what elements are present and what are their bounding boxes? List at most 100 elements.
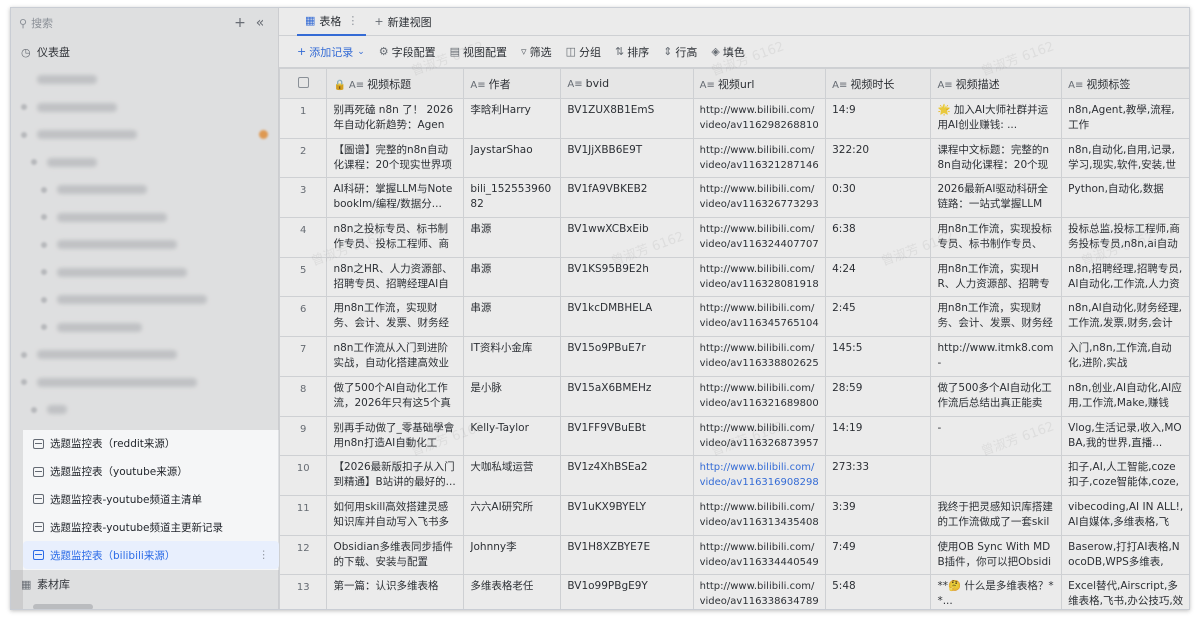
table-row[interactable]: 9 别再手动做了_零基础學會用n8n打造AI自動化工作... Kelly-Taylo…	[278, 415, 1189, 457]
cell-description[interactable]	[930, 455, 1063, 496]
cell-url[interactable]: http://www.bilibili.com/video/av11632440…	[692, 217, 827, 258]
cell-author[interactable]: 大咖私域运营	[463, 455, 562, 496]
cell-bvid[interactable]: BV1z4XhBSEa2	[560, 455, 694, 496]
cell-duration[interactable]: 4:24	[825, 256, 932, 298]
sort-button[interactable]: ⇅ 排序	[615, 44, 649, 60]
cell-url[interactable]: http://www.bilibili.com/video/av11632168…	[692, 375, 827, 417]
cell-duration[interactable]: 0:30	[825, 177, 932, 219]
add-record-button[interactable]: + 添加记录 ⌄	[297, 44, 365, 60]
row-number[interactable]: 3	[278, 177, 328, 219]
cell-author[interactable]: Johnny李	[463, 534, 562, 576]
table-row[interactable]: 5 n8n之HR、人力资源部、招聘专员、招聘经理AI自动... 串源 BV1KS95B…	[278, 256, 1189, 298]
cell-bvid[interactable]: BV1uKX9BYELY	[560, 494, 694, 536]
cell-description[interactable]: 做了500多个AI自动化工作流后总结出真正能卖出...	[930, 375, 1063, 417]
row-number[interactable]: 7	[278, 336, 328, 377]
cell-url[interactable]: http://www.bilibili.com/video/av11632128…	[692, 137, 827, 179]
more-options-icon[interactable]: ⋮	[259, 549, 270, 561]
cell-bvid[interactable]: BV1FF9VBuEBt	[560, 415, 694, 457]
cell-title[interactable]: n8n之投标专员、标书制作专员、投标工程师、商务...	[326, 217, 465, 258]
cell-bvid[interactable]: BV15o9PBuE7r	[560, 336, 694, 377]
cell-duration[interactable]: 273:33	[825, 455, 932, 496]
cell-duration[interactable]: 7:49	[825, 534, 932, 576]
cell-description[interactable]: http://www.itmk8.com -	[930, 336, 1063, 377]
cell-title[interactable]: n8n工作流从入门到进阶实战，自动化搭建高效业务...	[326, 336, 465, 377]
select-all-checkbox[interactable]	[297, 76, 309, 88]
cell-author[interactable]: 多维表格老任	[463, 574, 562, 609]
cell-bvid[interactable]: BV15aX6BMEHz	[560, 375, 694, 417]
cell-description[interactable]: 🌟 加入AI大师社群并运用AI创业赚钱: ...	[930, 98, 1063, 139]
cell-tags[interactable]: Vlog,生活记录,收入,MOBA,我的世界,直播...	[1061, 415, 1189, 457]
cell-title[interactable]: 【圖谱】完整的n8n自动化课程：20个现实世界项目...	[326, 137, 465, 179]
table-row[interactable]: 4 n8n之投标专员、标书制作专员、投标工程师、商务... 串源 BV1wwXCBxE…	[278, 217, 1189, 258]
cell-description[interactable]: -	[930, 415, 1063, 457]
table-row[interactable]: 3 AI科研：掌握LLM与Notebooklm/编程/数据分... bili_152…	[278, 177, 1189, 219]
cell-description[interactable]: 用n8n工作流，实现投标专员、标书制作专员、投...	[930, 217, 1063, 258]
cell-url[interactable]: http://www.bilibili.com/video/av11633444…	[692, 534, 827, 576]
cell-tags[interactable]: n8n,自动化,自用,记录,学习,现实,软件,安装,世界,...	[1061, 137, 1189, 179]
table-row[interactable]: 6 用n8n工作流，实现财务、会计、发票、财务经理AI... 串源 BV1kcDMBH…	[278, 296, 1189, 338]
column-header-duration[interactable]: A≡ 视频时长	[825, 68, 932, 99]
column-header-author[interactable]: A≡ 作者	[463, 68, 562, 99]
cell-tags[interactable]: 投标总监,投标工程师,商务投标专员,n8n,ai自动化,...	[1061, 217, 1189, 258]
row-number[interactable]: 6	[278, 296, 328, 338]
row-number[interactable]: 1	[278, 98, 328, 139]
cell-author[interactable]: 串源	[463, 217, 562, 258]
sidebar-item-reddit-monitor[interactable]: 选题监控表（reddit来源）	[23, 430, 279, 458]
table-row[interactable]: 12 Obsidian多维表同步插件的下载、安装与配置 Johnny李 BV1H8XZ…	[278, 534, 1189, 576]
cell-bvid[interactable]: BV1kcDMBHELA	[560, 296, 694, 338]
row-number[interactable]: 13	[278, 574, 328, 609]
tab-new-view[interactable]: + 新建视图	[366, 8, 439, 36]
cell-bvid[interactable]: BV1fA9VBKEB2	[560, 177, 694, 219]
cell-tags[interactable]: n8n,Agent,教學,流程,工作	[1061, 98, 1189, 139]
cell-duration[interactable]: 5:48	[825, 574, 932, 609]
cell-tags[interactable]: Excel替代,Airscript,多维表格,飞书,办公技巧,效率...	[1061, 574, 1189, 609]
cell-tags[interactable]: n8n,创业,AI自动化,AI应用,工作流,Make,赚钱	[1061, 375, 1189, 417]
cell-author[interactable]: IT资料小金库	[463, 336, 562, 377]
cell-author[interactable]: 串源	[463, 256, 562, 298]
cell-title[interactable]: 用n8n工作流，实现财务、会计、发票、财务经理AI...	[326, 296, 465, 338]
column-header-tags[interactable]: A≡ 视频标签	[1061, 68, 1189, 99]
cell-author[interactable]: 是小脉	[463, 375, 562, 417]
cell-bvid[interactable]: BV1JjXBB6E9T	[560, 137, 694, 179]
cell-duration[interactable]: 3:39	[825, 494, 932, 536]
cell-title[interactable]: 【2026最新版扣子从入门到精通】B站讲的最好的...	[326, 455, 465, 496]
sidebar-item-youtube-channel-updates[interactable]: 选题监控表-youtube频道主更新记录	[23, 513, 279, 541]
cell-author[interactable]: 六六AI研究所	[463, 494, 562, 536]
cell-duration[interactable]: 14:19	[825, 415, 932, 457]
sidebar-item-bilibili-monitor[interactable]: 选题监控表（bilibili来源） ⋮	[23, 541, 279, 569]
table-row[interactable]: 10 【2026最新版扣子从入门到精通】B站讲的最好的... 大咖私域运营 BV1z4…	[278, 455, 1189, 496]
cell-description[interactable]: **🤔 什么是多维表格？**...	[930, 574, 1063, 609]
cell-description[interactable]: 课程中文标题：完整的n8n自动化课程：20个现实...	[930, 137, 1063, 179]
cell-bvid[interactable]: BV1wwXCBxEib	[560, 217, 694, 258]
column-header-description[interactable]: A≡ 视频描述	[930, 68, 1063, 99]
cell-title[interactable]: 别再手动做了_零基础學會用n8n打造AI自動化工作...	[326, 415, 465, 457]
group-button[interactable]: ◫ 分组	[566, 44, 601, 60]
row-number[interactable]: 10	[278, 455, 328, 496]
field-config-button[interactable]: ⚙ 字段配置	[379, 44, 436, 60]
cell-author[interactable]: JaystarShao	[463, 137, 562, 179]
row-number[interactable]: 8	[278, 375, 328, 417]
cell-title[interactable]: 别再死磕 n8n 了！ 2026年自动化新趋势：Agent...	[326, 98, 465, 139]
row-number[interactable]: 4	[278, 217, 328, 258]
cell-tags[interactable]: 入门,n8n,工作流,自动化,进阶,实战	[1061, 336, 1189, 377]
cell-title[interactable]: 做了500个AI自动化工作流，2026年只有这5个真正...	[326, 375, 465, 417]
table-row[interactable]: 2 【圖谱】完整的n8n自动化课程：20个现实世界项目... JaystarShao…	[278, 137, 1189, 179]
cell-description[interactable]: 2026最新AI驱动科研全链路：一站式掌握LLM与...	[930, 177, 1063, 219]
row-height-button[interactable]: ⇕ 行高	[663, 44, 697, 60]
cell-url[interactable]: http://www.bilibili.com/video/av11632677…	[692, 177, 827, 219]
cell-title[interactable]: Obsidian多维表同步插件的下载、安装与配置	[326, 534, 465, 576]
cell-tags[interactable]: n8n,AI自动化,财务经理,工作流,发票,财务,会计	[1061, 296, 1189, 338]
sidebar-item-youtube-channel-list[interactable]: 选题监控表-youtube频道主清单	[23, 486, 279, 514]
cell-duration[interactable]: 28:59	[825, 375, 932, 417]
cell-url[interactable]: http://www.bilibili.com/video/av11633880…	[692, 336, 827, 377]
cell-duration[interactable]: 322:20	[825, 137, 932, 179]
cell-duration[interactable]: 6:38	[825, 217, 932, 258]
cell-description[interactable]: 我终于把灵感知识库搭建的工作流做成了一套skill...	[930, 494, 1063, 536]
row-number[interactable]: 5	[278, 256, 328, 298]
cell-bvid[interactable]: BV1H8XZBYE7E	[560, 534, 694, 576]
cell-bvid[interactable]: BV1ZUX8B1EmS	[560, 98, 694, 139]
column-header-url[interactable]: A≡ 视频url	[692, 68, 827, 99]
cell-tags[interactable]: 扣子,AI,人工智能,coze扣子,coze智能体,coze,工...	[1061, 455, 1189, 496]
cell-title[interactable]: n8n之HR、人力资源部、招聘专员、招聘经理AI自动...	[326, 256, 465, 298]
cell-duration[interactable]: 145:5	[825, 336, 932, 377]
